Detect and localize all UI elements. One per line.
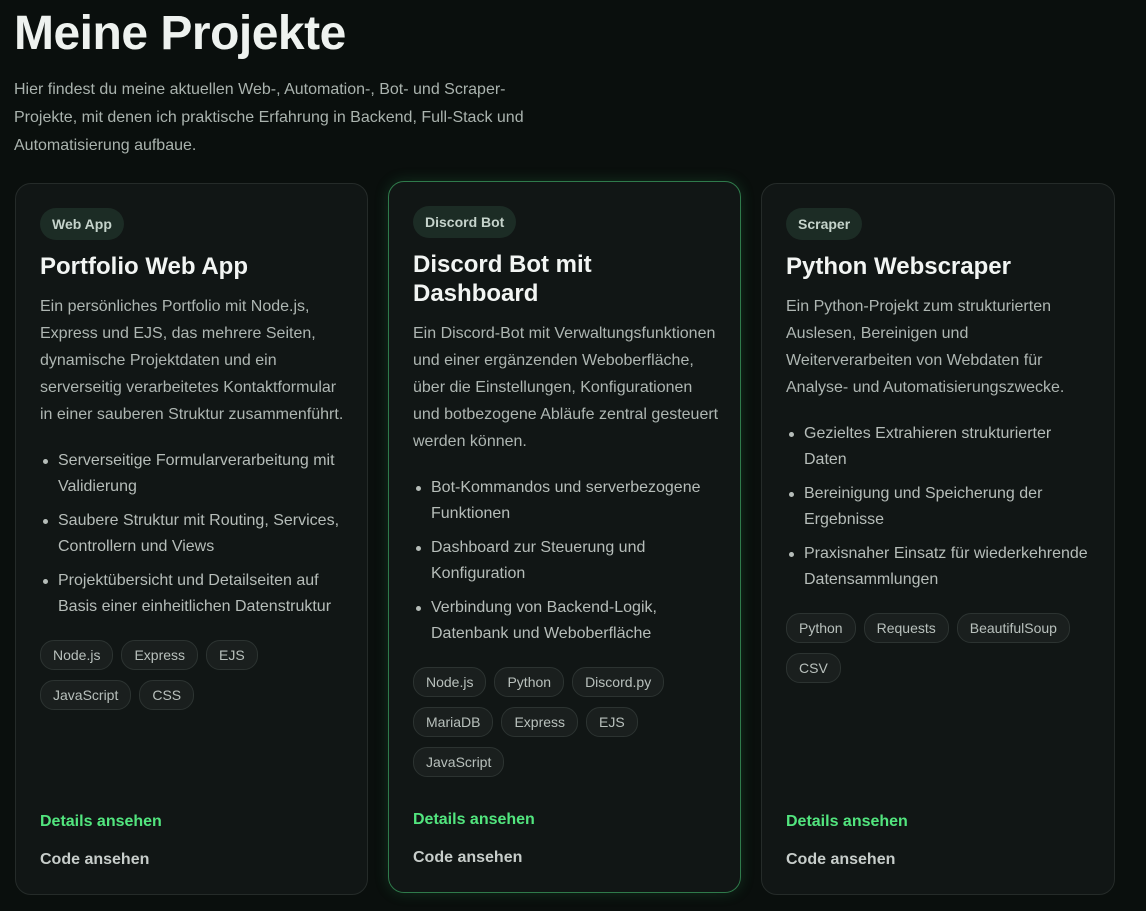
tech-tag: JavaScript: [40, 680, 132, 710]
tech-tag: Python: [786, 613, 856, 643]
feature-item: Verbindung von Backend-Logik, Datenbank …: [413, 595, 722, 647]
project-card-portfolio: Web App Portfolio Web App Ein persönlich…: [15, 183, 368, 895]
bullet-icon: [416, 546, 421, 551]
feature-list: Bot-Kommandos und serverbezogene Funktio…: [413, 475, 722, 647]
projects-page: Meine Projekte Hier findest du meine akt…: [0, 0, 1146, 911]
code-link[interactable]: Code ansehen: [40, 850, 162, 870]
bullet-icon: [789, 432, 794, 437]
details-link[interactable]: Details ansehen: [40, 812, 162, 832]
category-badge: Discord Bot: [413, 206, 517, 238]
feature-item: Projektübersicht und Detailseiten auf Ba…: [40, 568, 349, 620]
project-title: Portfolio Web App: [40, 253, 248, 280]
bullet-icon: [789, 552, 794, 557]
code-link[interactable]: Code ansehen: [413, 848, 535, 868]
tech-tags: Node.js Express EJS JavaScript CSS: [40, 640, 349, 710]
category-badge: Scraper: [786, 208, 863, 240]
page-intro: Hier findest du meine aktuellen Web-, Au…: [14, 81, 524, 154]
bullet-icon: [416, 606, 421, 611]
category-badge: Web App: [40, 208, 124, 240]
feature-item: Serverseitige Formularverarbeitung mit V…: [40, 448, 349, 500]
feature-list: Serverseitige Formularverarbeitung mit V…: [40, 448, 349, 620]
tech-tags: Python Requests BeautifulSoup CSV: [786, 613, 1096, 683]
card-actions: Details ansehen Code ansehen: [413, 810, 535, 868]
tech-tag: CSV: [786, 653, 841, 683]
details-link[interactable]: Details ansehen: [413, 810, 535, 830]
tech-tag: BeautifulSoup: [956, 613, 1070, 643]
bullet-icon: [43, 579, 48, 584]
tech-tag: CSS: [139, 680, 195, 710]
tech-tag: EJS: [586, 707, 638, 737]
project-card-discord-bot: Discord Bot Discord Bot mit Dashboard Ei…: [388, 181, 741, 893]
feature-item: Gezieltes Extrahieren strukturierter Dat…: [786, 421, 1096, 473]
tech-tag: Express: [121, 640, 199, 670]
bullet-icon: [43, 459, 48, 464]
feature-item: Saubere Struktur mit Routing, Services, …: [40, 508, 349, 560]
tech-tag: Express: [501, 707, 579, 737]
feature-item: Praxisnaher Einsatz für wiederkehrende D…: [786, 541, 1096, 593]
tech-tag: Python: [494, 667, 565, 697]
tech-tag: Node.js: [40, 640, 114, 670]
bullet-icon: [43, 519, 48, 524]
details-link[interactable]: Details ansehen: [786, 812, 908, 832]
tech-tag: Requests: [863, 613, 949, 643]
tech-tag: Discord.py: [572, 667, 665, 697]
tech-tag: MariaDB: [413, 707, 494, 737]
tech-tag: JavaScript: [413, 747, 505, 777]
project-description: Ein Discord-Bot mit Verwaltungsfunktione…: [413, 325, 719, 450]
feature-item: Dashboard zur Steuerung und Konfiguratio…: [413, 535, 722, 587]
project-card-webscraper: Scraper Python Webscraper Ein Python-Pro…: [761, 183, 1115, 895]
feature-item: Bot-Kommandos und serverbezogene Funktio…: [413, 475, 722, 527]
feature-list: Gezieltes Extrahieren strukturierter Dat…: [786, 421, 1096, 593]
bullet-icon: [789, 492, 794, 497]
tech-tag: EJS: [206, 640, 258, 670]
project-description: Ein Python-Projekt zum strukturierten Au…: [786, 298, 1065, 396]
bullet-icon: [416, 486, 421, 491]
tech-tags: Node.js Python Discord.py MariaDB Expres…: [413, 667, 722, 777]
page-title: Meine Projekte: [14, 7, 346, 60]
project-description: Ein persönliches Portfolio mit Node.js, …: [40, 298, 344, 423]
feature-item: Bereinigung und Speicherung der Ergebnis…: [786, 481, 1096, 533]
card-actions: Details ansehen Code ansehen: [786, 812, 908, 870]
tech-tag: Node.js: [413, 667, 487, 697]
code-link[interactable]: Code ansehen: [786, 850, 908, 870]
project-title: Python Webscraper: [786, 253, 1011, 280]
card-actions: Details ansehen Code ansehen: [40, 812, 162, 870]
project-title: Discord Bot mit Dashboard: [413, 251, 592, 307]
